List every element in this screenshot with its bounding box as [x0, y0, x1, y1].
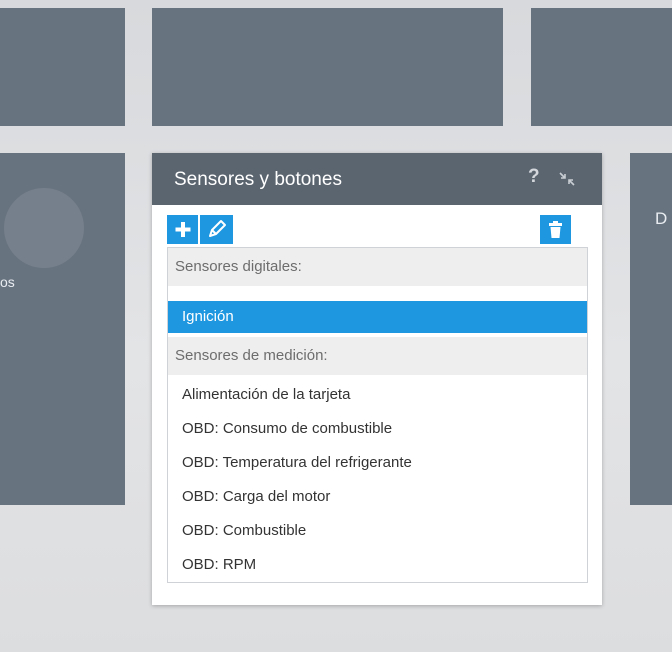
sensors-widget: Sensores y botones ? Sensores digitales:	[152, 153, 602, 605]
list-item[interactable]: Alimentación de la tarjeta	[168, 378, 587, 412]
help-icon[interactable]: ?	[528, 166, 540, 188]
dashboard-tile	[152, 8, 503, 126]
list-item[interactable]: OBD: Temperatura del refrigerante	[168, 446, 587, 480]
list-item[interactable]: OBD: RPM	[168, 548, 587, 582]
sensor-list[interactable]: Sensores digitales: Ignición Sensores de…	[167, 247, 588, 583]
edit-sensor-button[interactable]	[200, 215, 233, 244]
list-item[interactable]: OBD: Combustible	[168, 514, 587, 548]
section-header-measurement: Sensores de medición:	[168, 337, 587, 375]
add-sensor-button[interactable]	[167, 215, 198, 244]
section-header-digital: Sensores digitales:	[168, 248, 587, 286]
pencil-icon	[209, 220, 226, 237]
widget-title: Sensores y botones	[174, 169, 342, 190]
tile-label-fragment: os	[0, 274, 15, 290]
delete-sensor-button[interactable]	[540, 215, 571, 244]
list-item-selected[interactable]: Ignición	[168, 301, 587, 333]
collapse-icon[interactable]	[558, 171, 576, 187]
trash-icon	[549, 221, 562, 238]
plus-icon	[175, 222, 191, 237]
dashboard-tile	[531, 8, 672, 126]
list-item[interactable]: OBD: Carga del motor	[168, 480, 587, 514]
dashboard-tile	[0, 8, 125, 126]
gauge-circle	[4, 188, 84, 268]
widget-header: Sensores y botones ?	[152, 153, 602, 205]
tile-label-fragment: D e	[655, 209, 672, 228]
list-item[interactable]: OBD: Consumo de combustible	[168, 412, 587, 446]
